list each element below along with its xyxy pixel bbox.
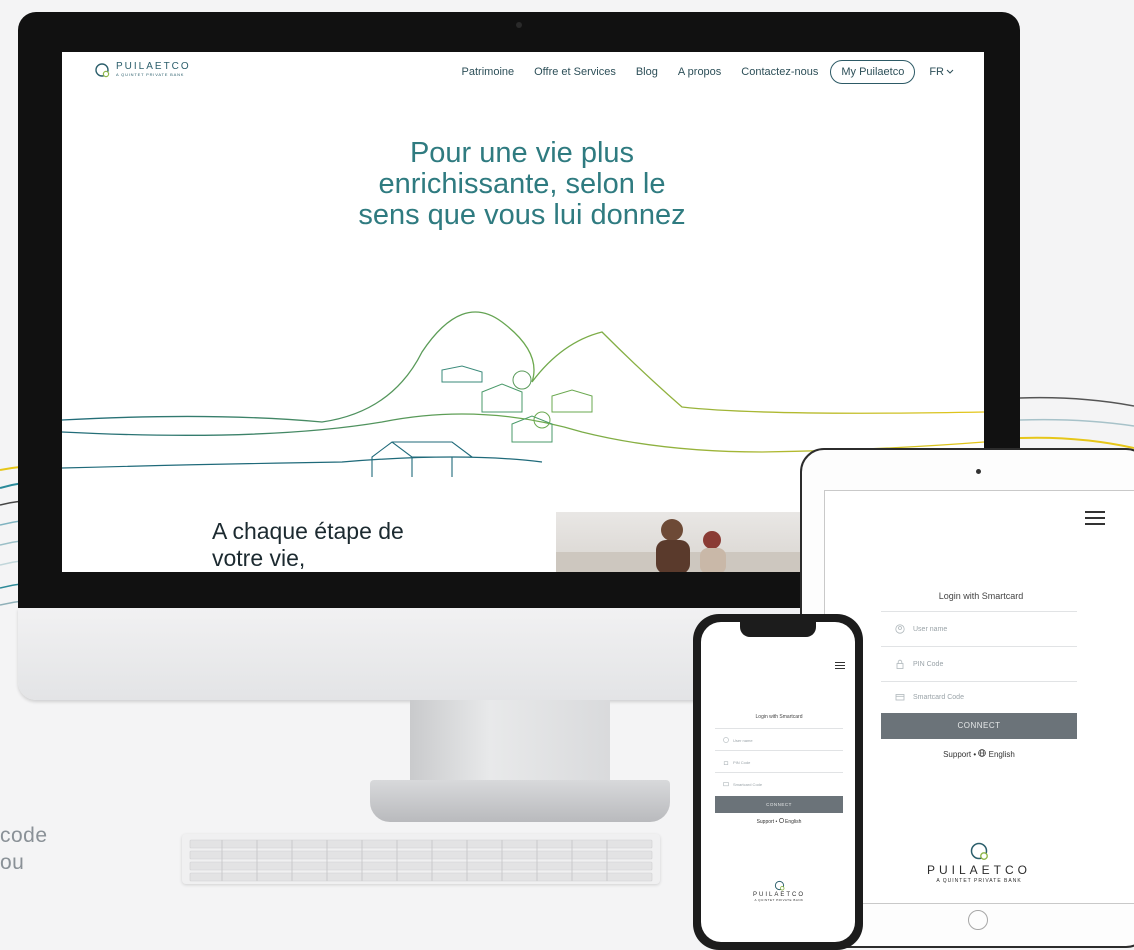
phone-smartcard-field[interactable]: Smartcard Code bbox=[715, 772, 843, 795]
phone-support-separator: • bbox=[775, 819, 778, 825]
nav-item-blog[interactable]: Blog bbox=[636, 66, 658, 78]
phone-login-title: Login with Smartcard bbox=[755, 714, 803, 720]
smartcard-placeholder: Smartcard Code bbox=[913, 693, 964, 701]
user-icon bbox=[895, 624, 905, 634]
phone-pin-placeholder: PIN Code bbox=[733, 759, 751, 765]
logo-mark-icon bbox=[970, 842, 988, 860]
bank-logo: PUILAETCO A QUINTET PRIVATE BANK bbox=[881, 841, 1077, 884]
phone-pin-field[interactable]: PIN Code bbox=[715, 750, 843, 773]
language-link[interactable]: English bbox=[989, 750, 1015, 759]
my-account-button[interactable]: My Puilaetco bbox=[830, 60, 916, 84]
site-logo-name: PUILAETCO bbox=[116, 61, 191, 72]
language-label: FR bbox=[929, 66, 944, 78]
menu-icon[interactable] bbox=[835, 662, 845, 669]
phone-login-screen: Login with Smartcard User name PIN Code … bbox=[701, 622, 855, 942]
phone-support-row: Support • English bbox=[715, 818, 843, 825]
hero-title: Pour une vie plus enrichissante, selon l… bbox=[358, 137, 686, 231]
phone-language-link[interactable]: English bbox=[785, 819, 801, 825]
bank-logo-name: PUILAETCO bbox=[926, 863, 1031, 877]
logo-mark-icon bbox=[95, 63, 110, 78]
lock-icon bbox=[723, 761, 729, 765]
site-logo[interactable]: PUILAETCO A QUINTET PRIVATE BANK bbox=[94, 62, 191, 78]
bank-logo-sub: A QUINTET PRIVATE BANK bbox=[936, 878, 1022, 884]
nav-item-patrimoine[interactable]: Patrimoine bbox=[462, 66, 515, 78]
family-photo bbox=[556, 512, 816, 572]
phone-device: Login with Smartcard User name PIN Code … bbox=[693, 614, 863, 950]
support-row: Support • English bbox=[881, 749, 1077, 759]
support-separator: • bbox=[973, 750, 977, 759]
tablet-login-screen: Login with Smartcard User name PIN Code … bbox=[824, 490, 1134, 904]
card-icon bbox=[895, 694, 905, 701]
lock-icon bbox=[896, 659, 904, 669]
side-text-line-2: ou bbox=[0, 851, 25, 874]
pin-placeholder: PIN Code bbox=[913, 660, 944, 668]
phone-username-placeholder: User name bbox=[733, 737, 753, 743]
login-title: Login with Smartcard bbox=[938, 591, 1024, 601]
side-text: code ou bbox=[0, 822, 48, 876]
step-text: A chaque étape de votre vie, bbox=[212, 518, 452, 572]
language-selector[interactable]: FR bbox=[929, 66, 954, 78]
globe-icon bbox=[978, 749, 987, 757]
phone-bank-logo-sub: A QUINTET PRIVATE BANK bbox=[754, 898, 804, 902]
tablet-home-button bbox=[968, 910, 988, 930]
phone-support-link[interactable]: Support bbox=[757, 819, 775, 825]
tablet-camera-icon bbox=[976, 469, 981, 474]
monitor-stand-base bbox=[370, 780, 670, 822]
site-logo-sub: A QUINTET PRIVATE BANK bbox=[116, 72, 185, 77]
username-placeholder: User name bbox=[913, 625, 948, 633]
logo-mark-icon bbox=[774, 880, 784, 891]
side-text-line-1: code bbox=[0, 824, 48, 847]
nav-item-contact[interactable]: Contactez-nous bbox=[741, 66, 818, 78]
phone-username-field[interactable]: User name bbox=[715, 728, 843, 751]
family-photo-shapes bbox=[556, 519, 816, 572]
chevron-down-icon bbox=[946, 69, 954, 74]
support-link[interactable]: Support bbox=[943, 750, 971, 759]
step-text-content: A chaque étape de votre vie, bbox=[212, 518, 404, 571]
phone-notch bbox=[740, 622, 816, 637]
pin-field[interactable]: PIN Code bbox=[881, 646, 1077, 681]
connect-button[interactable]: CONNECT bbox=[881, 713, 1077, 739]
globe-icon bbox=[778, 818, 784, 823]
smartcard-field[interactable]: Smartcard Code bbox=[881, 681, 1077, 712]
camera-icon bbox=[516, 22, 522, 28]
nav-item-apropos[interactable]: A propos bbox=[678, 66, 721, 78]
username-field[interactable]: User name bbox=[881, 611, 1077, 646]
keyboard bbox=[182, 834, 660, 884]
main-nav: Patrimoine Offre et Services Blog A prop… bbox=[462, 60, 954, 84]
user-icon bbox=[723, 737, 729, 743]
phone-bank-logo: PUILAETCO A QUINTET PRIVATE BANK bbox=[715, 880, 843, 902]
nav-item-offre[interactable]: Offre et Services bbox=[534, 66, 616, 78]
phone-connect-button[interactable]: CONNECT bbox=[715, 796, 843, 813]
menu-icon[interactable] bbox=[1085, 511, 1105, 525]
card-icon bbox=[723, 782, 729, 787]
phone-smartcard-placeholder: Smartcard Code bbox=[733, 781, 763, 787]
monitor-stand bbox=[410, 700, 610, 788]
